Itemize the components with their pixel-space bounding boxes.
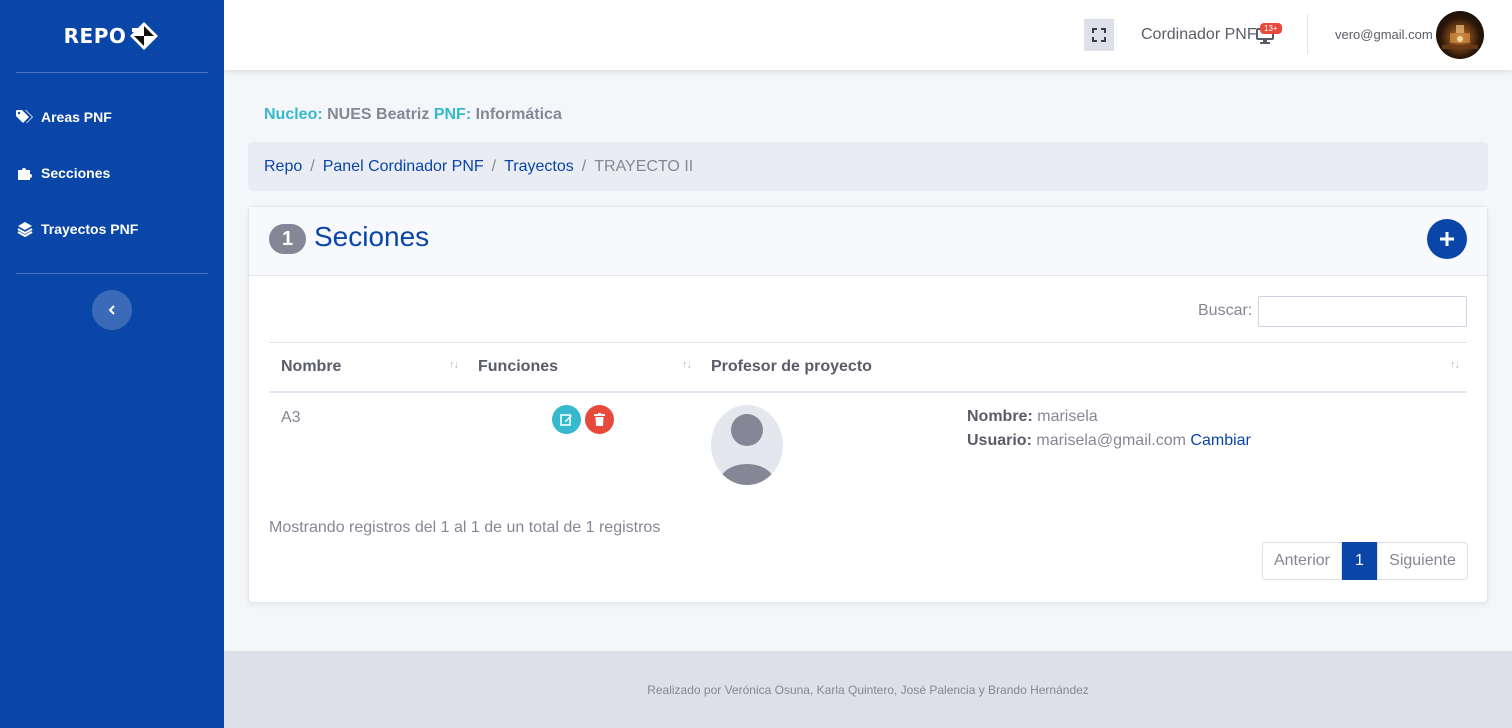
column-header-nombre[interactable]: Nombre ↑↓ <box>269 342 466 393</box>
column-header-label: Nombre <box>281 357 342 375</box>
nucleo-label: Nucleo: <box>264 106 323 123</box>
sidebar-toggle-button[interactable] <box>92 290 132 330</box>
layers-icon <box>16 221 34 237</box>
sidebar-item-label: Secciones <box>41 165 111 181</box>
footer-credits: Realizado por Verónica Osuna, Karla Quin… <box>647 682 1089 697</box>
brand-logo: REPO <box>64 20 161 52</box>
search-input[interactable] <box>1258 296 1467 327</box>
column-header-label: Profesor de proyecto <box>711 357 872 375</box>
professor-avatar <box>711 404 783 485</box>
column-header-profesor[interactable]: Profesor de proyecto ↑↓ <box>699 342 1467 393</box>
cell-funciones <box>466 392 699 488</box>
user-avatar[interactable] <box>1436 11 1484 59</box>
pagination-next[interactable]: Siguiente <box>1377 542 1468 580</box>
sidebar-item-label: Trayectos PNF <box>41 221 139 237</box>
secciones-card: 1 Seciones Buscar: Nombre ↑↓ Funciones ↑… <box>248 206 1488 603</box>
sort-icon: ↑↓ <box>682 359 692 371</box>
cell-profesor: Nombre: marisela Usuario: marisela@gmail… <box>699 392 1467 488</box>
edit-icon <box>559 413 572 426</box>
pagination: Anterior 1 Siguiente <box>1262 542 1468 580</box>
chevron-left-icon <box>108 305 115 315</box>
trash-icon <box>593 412 605 426</box>
breadcrumb: Repo / Panel Cordinador PNF / Trayectos … <box>248 142 1488 191</box>
card-header: 1 Seciones <box>249 207 1487 276</box>
breadcrumb-separator: / <box>491 157 497 175</box>
edit-button[interactable] <box>551 404 581 434</box>
professor-name-label: Nombre: <box>967 407 1033 425</box>
brand[interactable]: REPO <box>0 0 224 72</box>
professor-block: Nombre: marisela Usuario: marisela@gmail… <box>711 404 1467 485</box>
professor-info: Nombre: marisela Usuario: marisela@gmail… <box>967 405 1251 453</box>
topbar: Cordinador PNF 13+ vero@gmail.com <box>224 0 1512 70</box>
breadcrumb-panel[interactable]: Panel Cordinador PNF <box>323 158 484 176</box>
professor-name: marisela <box>1037 407 1098 425</box>
professor-user-label: Usuario: <box>967 431 1032 449</box>
footer: Realizado por Verónica Osuna, Karla Quin… <box>224 651 1512 728</box>
row-actions <box>466 404 699 434</box>
notification-badge: 13+ <box>1260 23 1282 34</box>
brand-name: REPO <box>63 24 127 48</box>
topbar-divider <box>1307 14 1308 54</box>
pnf-value: Informática <box>475 106 562 123</box>
sidebar-item-secciones[interactable]: Secciones <box>0 145 224 201</box>
sections-table: Nombre ↑↓ Funciones ↑↓ Profesor de proye… <box>269 342 1467 488</box>
tags-icon <box>16 109 34 125</box>
records-info: Mostrando registros del 1 al 1 de un tot… <box>269 519 661 536</box>
context-line: Nucleo: NUES Beatriz PNF: Informática <box>264 106 562 124</box>
expand-icon <box>1092 28 1106 42</box>
sidebar-item-areas-pnf[interactable]: Areas PNF <box>0 89 224 145</box>
pagination-page-current[interactable]: 1 <box>1342 542 1377 580</box>
card-title: Seciones <box>314 221 430 252</box>
sort-icon: ↑↓ <box>1450 359 1460 371</box>
breadcrumb-active: TRAYECTO II <box>594 157 694 175</box>
change-professor-link[interactable]: Cambiar <box>1190 432 1250 449</box>
breadcrumb-repo[interactable]: Repo <box>264 158 302 176</box>
count-badge: 1 <box>269 224 306 254</box>
puzzle-icon <box>16 165 34 181</box>
sidebar-nav: Areas PNF Secciones Trayectos PNF <box>0 73 224 273</box>
nucleo-value: NUES Beatriz <box>327 106 430 123</box>
delete-button[interactable] <box>584 404 614 434</box>
sidebar: REPO Areas PNF Secciones Trayectos PNF <box>0 0 224 728</box>
sidebar-item-label: Areas PNF <box>41 109 112 125</box>
professor-user: marisela@gmail.com <box>1036 431 1186 449</box>
plus-icon <box>1440 232 1454 246</box>
table-row: A3 Nombre: marisela Usuario: marisela@gm… <box>269 392 1467 488</box>
brand-mark-icon <box>130 22 159 50</box>
user-email[interactable]: vero@gmail.com <box>1335 27 1433 42</box>
professor-user-line: Usuario: marisela@gmail.com Cambiar <box>967 429 1251 453</box>
search-label: Buscar: <box>1198 302 1253 319</box>
column-header-funciones[interactable]: Funciones ↑↓ <box>466 342 699 393</box>
fullscreen-button[interactable] <box>1084 19 1114 51</box>
user-role: Cordinador PNF <box>1141 26 1257 43</box>
breadcrumb-trayectos[interactable]: Trayectos <box>504 158 574 176</box>
sidebar-divider <box>16 273 208 274</box>
sidebar-item-trayectos-pnf[interactable]: Trayectos PNF <box>0 201 224 257</box>
sort-icon: ↑↓ <box>449 359 459 371</box>
pagination-previous[interactable]: Anterior <box>1262 542 1342 580</box>
breadcrumb-separator: / <box>581 157 587 175</box>
column-header-label: Funciones <box>478 357 559 375</box>
cell-nombre: A3 <box>281 408 301 426</box>
add-section-button[interactable] <box>1427 219 1467 259</box>
pnf-label: PNF: <box>433 106 472 123</box>
user-placeholder-icon <box>719 413 775 485</box>
professor-name-line: Nombre: marisela <box>967 405 1251 429</box>
breadcrumb-separator: / <box>310 157 315 175</box>
